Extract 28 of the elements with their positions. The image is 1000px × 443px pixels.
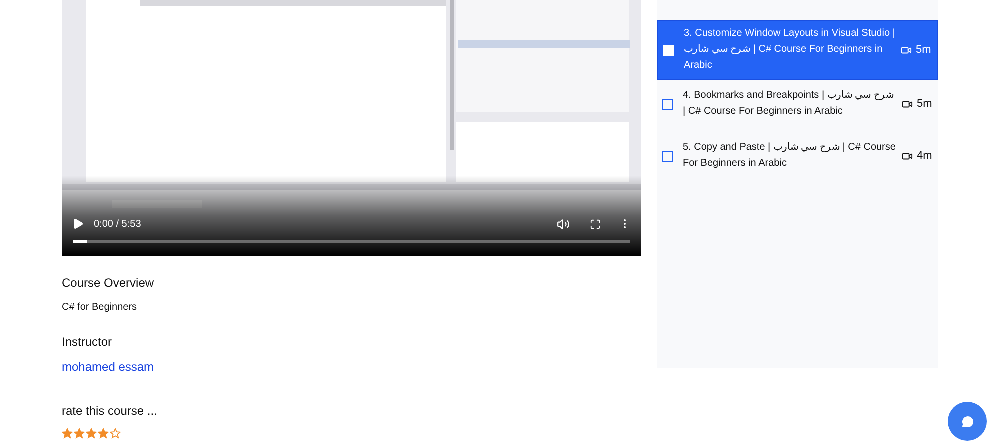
filled-star-icon[interactable] [86,428,97,439]
volume-icon[interactable] [557,218,570,230]
lesson-title: 3. Customize Window Layouts in Visual Studio | شرح سي شارب | C# Course For Beginners in Arabic [684,27,896,73]
lesson-duration: 4m [917,148,933,164]
overview-text: C# for Beginners [62,301,138,315]
filled-star-icon[interactable] [98,428,109,439]
overview-heading: Course Overview [62,275,156,292]
checkbox[interactable] [662,150,673,162]
progress-track[interactable] [73,240,630,243]
fullscreen-icon[interactable] [590,218,601,230]
video-time: 0:00 / 5:53 [94,218,142,232]
instructor-heading: Instructor [62,334,114,351]
star-rating[interactable] [62,428,121,439]
lesson-duration: 5m [916,42,932,58]
video-icon [902,150,913,162]
filled-star-icon[interactable] [74,428,85,439]
lesson-duration: 5m [917,96,933,112]
checkbox[interactable] [662,98,673,110]
chat-button[interactable] [948,402,987,441]
filled-star-icon[interactable] [62,428,73,439]
lesson-title: 4. Bookmarks and Breakpoints | شرح سي شارب | C# Course For Beginners in Arabic [683,89,895,119]
lesson-title: 5. Copy and Paste | شرح سي شارب | C# Course For Beginners in Arabic [683,141,897,171]
video-icon [902,98,913,110]
chat-icon [962,416,974,428]
play-icon[interactable] [72,218,84,230]
instructor-link[interactable]: mohamed essam [62,358,154,376]
video-icon [901,44,912,56]
rate-label: rate this course ... [62,403,158,420]
